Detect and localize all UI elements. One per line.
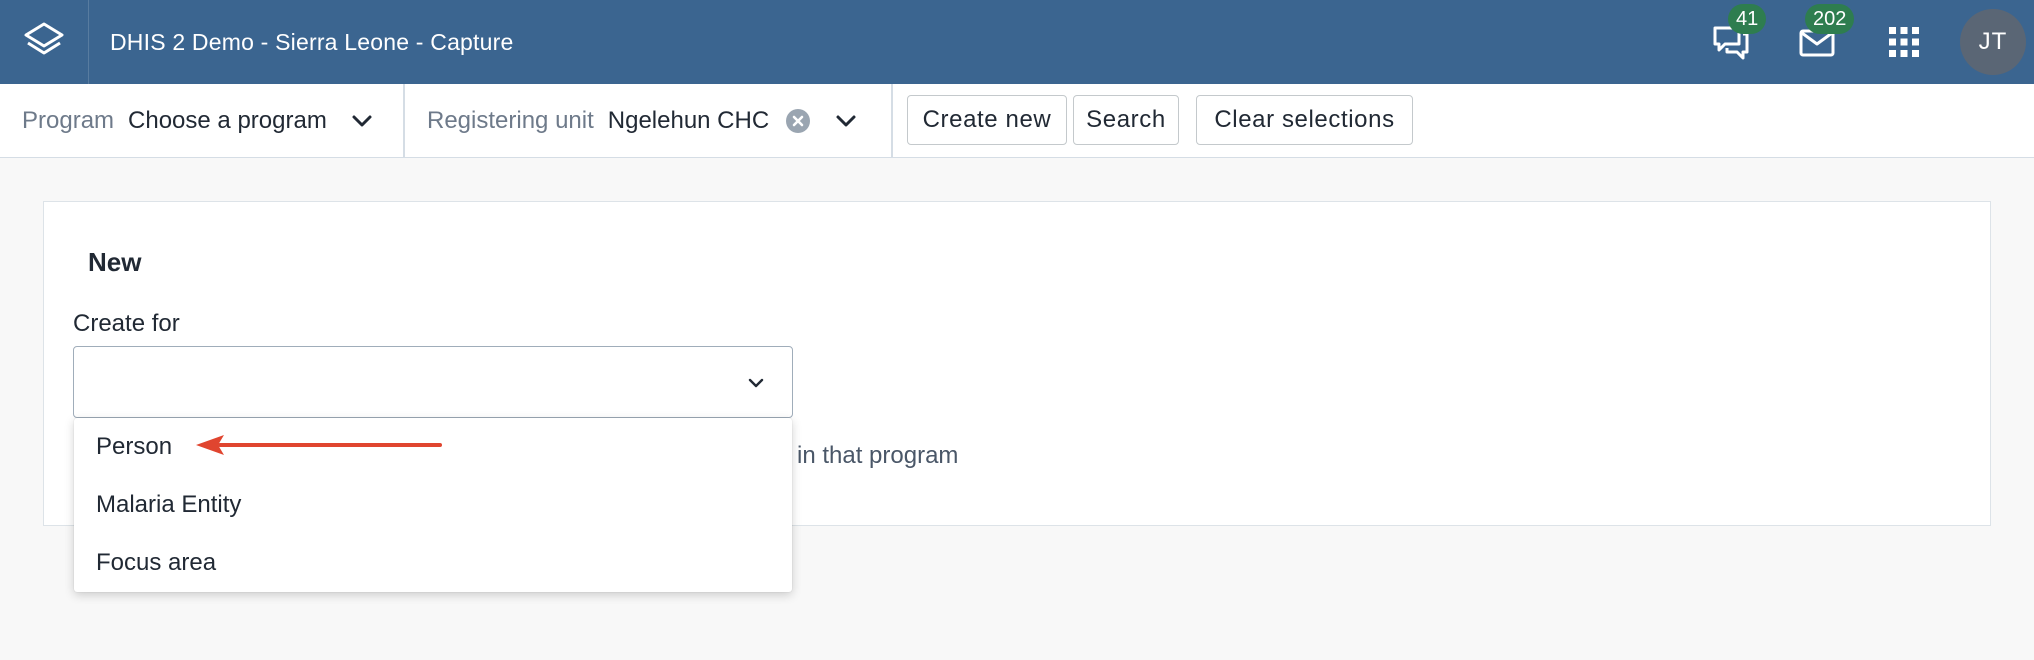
dropdown-option-malaria-entity[interactable]: Malaria Entity bbox=[74, 476, 792, 534]
app-header: DHIS 2 Demo - Sierra Leone - Capture 41 … bbox=[0, 0, 2034, 84]
create-for-select[interactable] bbox=[73, 346, 793, 418]
divider bbox=[891, 84, 893, 157]
chevron-down-icon bbox=[352, 115, 372, 126]
dhis2-logo-icon[interactable] bbox=[0, 0, 89, 84]
user-avatar[interactable]: JT bbox=[1960, 9, 2026, 75]
app-title: DHIS 2 Demo - Sierra Leone - Capture bbox=[110, 29, 514, 55]
chevron-down-icon bbox=[748, 378, 764, 388]
help-text: in that program bbox=[797, 442, 959, 469]
annotation-arrow bbox=[196, 435, 442, 455]
apps-menu-button[interactable] bbox=[1880, 18, 1928, 66]
clear-circle-icon[interactable] bbox=[785, 108, 811, 134]
messages-badge: 202 bbox=[1805, 4, 1855, 34]
context-selector-bar: Program Choose a program Registering uni… bbox=[0, 84, 2034, 158]
dropdown-option-focus-area[interactable]: Focus area bbox=[74, 534, 792, 592]
create-for-label: Create for bbox=[73, 310, 180, 337]
search-button[interactable]: Search bbox=[1073, 95, 1179, 145]
org-unit-selector[interactable]: Registering unit Ngelehun CHC bbox=[427, 84, 859, 157]
program-label: Program bbox=[22, 106, 115, 134]
apps-grid-icon bbox=[1889, 27, 1919, 57]
clear-selections-button[interactable]: Clear selections bbox=[1196, 95, 1413, 145]
create-new-button[interactable]: Create new bbox=[907, 95, 1067, 145]
program-selector[interactable]: Program Choose a program bbox=[22, 84, 375, 157]
program-value: Choose a program bbox=[128, 106, 327, 134]
interpretations-badge: 41 bbox=[1728, 4, 1767, 34]
org-unit-label: Registering unit bbox=[427, 106, 594, 134]
org-unit-value: Ngelehun CHC bbox=[607, 106, 770, 134]
chevron-down-icon[interactable] bbox=[833, 108, 859, 134]
card-title: New bbox=[88, 247, 142, 277]
divider bbox=[403, 84, 405, 157]
